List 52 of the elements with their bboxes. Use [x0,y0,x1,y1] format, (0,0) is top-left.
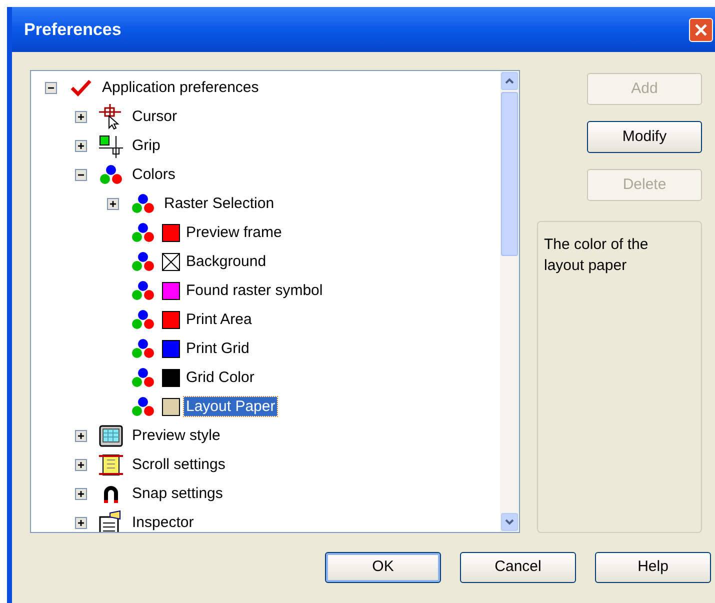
scroll-down-icon[interactable] [505,519,514,525]
tree-item[interactable]: Grip [130,136,162,155]
tree-item[interactable]: Grid Color [184,368,256,387]
window-title: Preferences [24,18,122,41]
colors-icon [130,278,156,302]
tree-item[interactable]: Inspector [130,513,196,532]
scroll-up-icon[interactable] [505,78,514,84]
close-icon [694,22,708,36]
dialog-button[interactable]: Help [595,552,711,583]
tree-item[interactable]: Snap settings [130,484,225,503]
tree-item[interactable]: Print Area [184,310,254,329]
collapse-toggle[interactable] [45,82,57,94]
crosshair-cursor-icon [98,104,124,130]
expand-toggle[interactable] [75,458,87,470]
expand-toggle[interactable] [75,488,87,500]
grip-icon [98,134,124,158]
dialog-button[interactable]: Cancel [460,552,576,583]
tree-item[interactable]: Colors [130,165,178,184]
expand-toggle[interactable] [107,198,119,210]
tree-item[interactable]: Scroll settings [130,455,228,474]
tree-item[interactable]: Preview style [130,426,222,445]
tree-item[interactable]: Found raster symbol [184,281,325,300]
description-text: The color of the layout paper [544,235,650,276]
expand-toggle[interactable] [75,430,87,442]
colors-icon [98,162,124,186]
colors-icon [130,366,156,390]
colors-icon [130,250,156,274]
colors-icon [130,308,156,332]
colors-icon [130,192,156,216]
tree-item[interactable]: Application preferences [100,78,261,97]
dialog-button[interactable]: OK [325,552,441,583]
tree-item[interactable]: Cursor [130,107,180,126]
colors-icon [130,394,156,418]
scrollbar[interactable] [500,71,519,532]
monitor-icon [98,424,122,446]
expand-toggle[interactable] [75,516,87,528]
collapse-toggle[interactable] [75,168,87,180]
colors-icon [130,336,156,360]
expand-toggle[interactable] [75,140,87,152]
empty-swatch-icon [162,252,180,270]
tree-item[interactable]: Preview frame [184,223,284,242]
scroll-thumb[interactable] [501,92,518,256]
scroll-icon [98,452,124,478]
tree-item[interactable]: Layout Paper [184,397,278,416]
colors-icon [130,220,156,244]
tree-item[interactable]: Print Grid [184,339,252,358]
expand-toggle[interactable] [75,110,87,122]
tree-item[interactable]: Background [184,252,268,271]
checkmark-icon [70,78,92,96]
side-button[interactable]: Modify [587,121,702,153]
tree-item[interactable]: Raster Selection [162,194,276,213]
close-button[interactable] [689,18,713,42]
